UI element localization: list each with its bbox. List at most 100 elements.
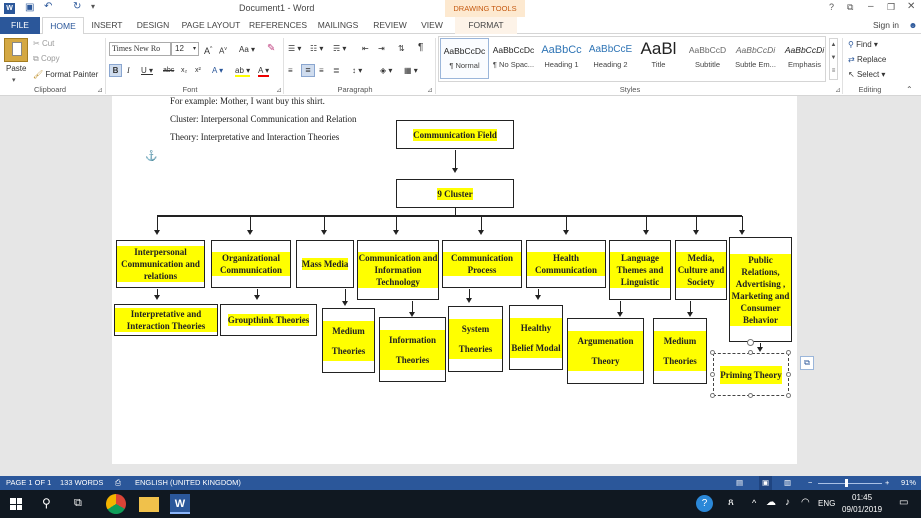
- maximize-icon[interactable]: ❐: [887, 2, 895, 13]
- font-color-icon[interactable]: A ▾: [258, 64, 270, 77]
- grow-font-icon[interactable]: A^: [204, 43, 212, 56]
- resize-handle[interactable]: [786, 372, 791, 377]
- theory-box-medium-2[interactable]: Medium Theories: [653, 318, 707, 384]
- tab-insert[interactable]: INSERT: [88, 17, 126, 34]
- search-icon[interactable]: ⚲: [42, 496, 51, 510]
- justify-icon[interactable]: ≣: [333, 64, 340, 77]
- resize-handle[interactable]: [786, 393, 791, 398]
- style-heading-1[interactable]: AaBbCc Heading 1: [537, 38, 586, 79]
- input-language[interactable]: ENG: [818, 499, 835, 508]
- wifi-icon[interactable]: ◠: [801, 497, 810, 508]
- volume-icon[interactable]: ♪: [785, 497, 790, 508]
- sort-icon[interactable]: ⇅: [398, 42, 405, 55]
- theory-box-information[interactable]: Information Theories: [379, 317, 446, 382]
- align-left-icon[interactable]: ≡: [288, 64, 293, 77]
- zoom-slider-thumb[interactable]: [845, 479, 848, 487]
- zoom-level[interactable]: 91%: [901, 476, 916, 490]
- help-bubble-icon[interactable]: ?: [696, 495, 713, 512]
- style-title[interactable]: AaBl Title: [634, 38, 683, 79]
- redo-icon[interactable]: ↻: [73, 1, 81, 12]
- doc-line-example[interactable]: For example: Mother, I want buy this shi…: [170, 96, 325, 106]
- style-subtitle[interactable]: AaBbCcD Subtitle: [683, 38, 732, 79]
- styles-scroll[interactable]: ▲ ▼ ≡: [829, 38, 838, 80]
- numbering-icon[interactable]: ☷ ▾: [310, 42, 323, 55]
- text-effects-icon[interactable]: A ▾: [212, 64, 223, 77]
- theory-box-priming[interactable]: Priming Theory: [713, 353, 789, 396]
- read-mode-icon[interactable]: ▤: [736, 476, 743, 490]
- resize-handle[interactable]: [748, 393, 753, 398]
- styles-launcher-icon[interactable]: ⊿: [835, 86, 841, 94]
- clock-date[interactable]: 09/01/2019: [842, 505, 882, 514]
- zoom-slider[interactable]: [818, 483, 882, 484]
- doc-line-cluster[interactable]: Cluster: Interpersonal Communication and…: [170, 114, 356, 124]
- print-layout-icon[interactable]: ▣: [759, 476, 773, 490]
- borders-icon[interactable]: ▦ ▾: [404, 64, 418, 77]
- theory-box-healthy-belief[interactable]: Healthy Belief Modal: [509, 305, 563, 370]
- paste-dropdown-icon[interactable]: ▾: [12, 76, 16, 84]
- cluster-box-media-culture[interactable]: Media, Culture and Society: [675, 240, 727, 300]
- ribbon-display-icon[interactable]: ⧉: [847, 2, 853, 13]
- theory-box-medium-1[interactable]: Medium Theories: [322, 308, 375, 373]
- font-family-select[interactable]: Times New Ro: [109, 42, 171, 56]
- zoom-out-icon[interactable]: −: [808, 476, 812, 490]
- sign-in-link[interactable]: Sign in: [867, 17, 905, 34]
- cluster-box-mass-media[interactable]: Mass Media: [296, 240, 354, 288]
- style-emphasis[interactable]: AaBbCcDi Emphasis: [780, 38, 829, 79]
- paragraph-launcher-icon[interactable]: ⊿: [427, 86, 433, 94]
- tab-references[interactable]: REFERENCES: [249, 17, 307, 34]
- resize-handle[interactable]: [710, 372, 715, 377]
- cluster-box-communication-process[interactable]: Communication Process: [442, 240, 522, 288]
- web-layout-icon[interactable]: ▥: [784, 476, 791, 490]
- layout-options-icon[interactable]: ⧉: [800, 356, 814, 370]
- root-box[interactable]: Communication Field: [396, 120, 514, 149]
- collapse-ribbon-icon[interactable]: ⌃: [906, 85, 913, 94]
- doc-line-theory[interactable]: Theory: Interpretative and Interaction T…: [170, 132, 339, 142]
- paste-button[interactable]: Paste: [6, 64, 26, 73]
- clear-formatting-icon[interactable]: ✎: [267, 42, 275, 55]
- cluster-root-box[interactable]: 9 Cluster: [396, 179, 514, 208]
- help-icon[interactable]: ?: [829, 2, 834, 12]
- rotate-handle[interactable]: [747, 339, 754, 346]
- cluster-box-public-relations[interactable]: Public Relations, Advertising , Marketin…: [729, 237, 792, 342]
- resize-handle[interactable]: [786, 350, 791, 355]
- format-painter-button[interactable]: 🖌 Format Painter: [33, 68, 98, 81]
- show-hidden-icons-icon[interactable]: ^: [752, 498, 756, 508]
- close-icon[interactable]: ✕: [907, 1, 915, 12]
- shading-icon[interactable]: ◈ ▾: [380, 64, 392, 77]
- clipboard-launcher-icon[interactable]: ⊿: [97, 86, 103, 94]
- user-icon[interactable]: ☻: [907, 17, 919, 34]
- zoom-in-icon[interactable]: +: [885, 476, 889, 490]
- chrome-icon[interactable]: [106, 494, 126, 514]
- theory-box-argumenation[interactable]: Argumenation Theory: [567, 318, 644, 384]
- tab-design[interactable]: DESIGN: [134, 17, 172, 34]
- people-icon[interactable]: ጸ: [728, 497, 734, 508]
- tab-format[interactable]: FORMAT: [455, 17, 517, 34]
- customize-quick-access-icon[interactable]: ▾: [91, 2, 95, 11]
- align-center-icon[interactable]: ≡: [301, 64, 315, 77]
- select-button[interactable]: ↖ Select ▾: [848, 68, 885, 81]
- strikethrough-icon[interactable]: abc: [163, 64, 174, 77]
- bold-icon[interactable]: B: [109, 64, 122, 77]
- word-count[interactable]: 133 WORDS: [60, 476, 103, 490]
- language-indicator[interactable]: ENGLISH (UNITED KINGDOM): [135, 476, 241, 490]
- tab-home[interactable]: HOME: [42, 17, 84, 35]
- document-page[interactable]: For example: Mother, I want buy this shi…: [112, 96, 797, 464]
- file-explorer-icon[interactable]: [139, 497, 159, 512]
- tab-mailings[interactable]: MAILINGS: [313, 17, 363, 34]
- theory-box-groupthink[interactable]: Groupthink Theories: [220, 304, 317, 336]
- save-icon[interactable]: ▣: [25, 2, 34, 13]
- align-right-icon[interactable]: ≡: [319, 64, 324, 77]
- minimize-icon[interactable]: –: [868, 1, 874, 12]
- cluster-box-language[interactable]: Language Themes and Linguistic: [609, 240, 671, 300]
- style-normal[interactable]: AaBbCcDc ¶ Normal: [440, 38, 489, 79]
- font-launcher-icon[interactable]: ⊿: [276, 86, 282, 94]
- italic-icon[interactable]: I: [127, 64, 130, 77]
- resize-handle[interactable]: [710, 350, 715, 355]
- tab-review[interactable]: REVIEW: [370, 17, 410, 34]
- cluster-box-interpersonal[interactable]: Interpersonal Communication and relation…: [116, 240, 205, 288]
- style-subtle-emphasis[interactable]: AaBbCcDi Subtle Em...: [731, 38, 780, 79]
- font-size-select[interactable]: 12 ▾: [171, 42, 199, 56]
- clock-time[interactable]: 01:45: [852, 493, 872, 502]
- copy-button[interactable]: ⧉ Copy: [33, 52, 60, 65]
- page-count[interactable]: PAGE 1 OF 1: [6, 476, 51, 490]
